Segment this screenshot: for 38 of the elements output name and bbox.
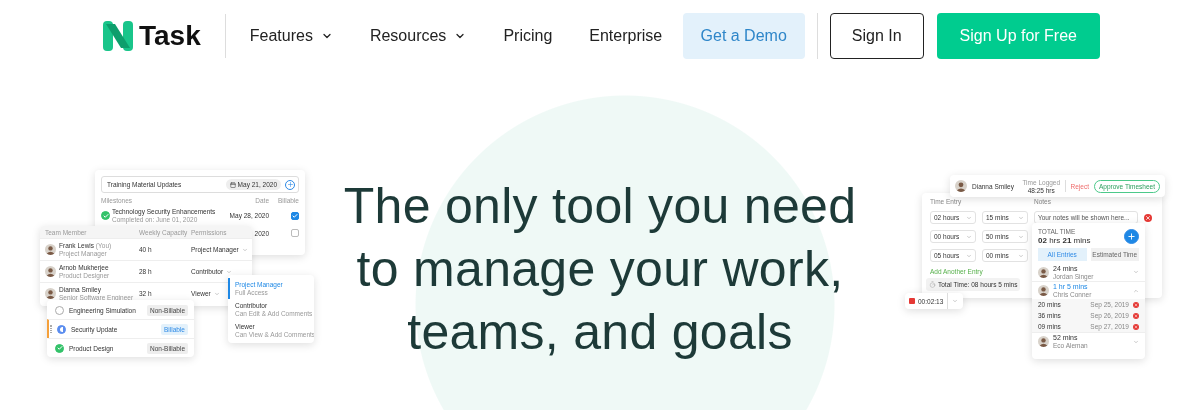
plus-icon bbox=[1127, 232, 1136, 241]
delete-icon[interactable] bbox=[1133, 312, 1139, 319]
chevron-down-icon bbox=[1018, 252, 1024, 259]
avatar bbox=[45, 288, 56, 299]
avatar bbox=[1038, 266, 1049, 278]
logo-icon bbox=[103, 21, 133, 51]
logo-text: Task bbox=[139, 20, 201, 52]
nav-link[interactable]: Resources bbox=[369, 27, 467, 45]
total-time: 02 hrs 21 mins bbox=[1038, 236, 1091, 245]
avatar bbox=[45, 244, 56, 255]
billable-checkbox[interactable] bbox=[291, 229, 299, 237]
chevron-down-icon bbox=[241, 246, 248, 253]
billable-checkbox[interactable] bbox=[291, 211, 299, 220]
chevron-down-icon bbox=[1018, 214, 1024, 221]
chevron-down-icon bbox=[966, 252, 972, 259]
hero-heading: The only tool you need to manage your work, teams, and goals bbox=[343, 177, 857, 362]
avatar bbox=[955, 180, 967, 192]
delete-icon[interactable] bbox=[1133, 323, 1139, 330]
avatar bbox=[45, 266, 56, 277]
chevron-down-icon bbox=[226, 268, 233, 275]
add-button[interactable] bbox=[285, 179, 295, 190]
chevron-down-icon bbox=[952, 298, 959, 304]
chevron-down-icon bbox=[966, 233, 972, 240]
plus-icon bbox=[286, 181, 294, 188]
delete-icon[interactable] bbox=[1144, 213, 1152, 222]
chevron-down-icon bbox=[213, 290, 220, 297]
add-button[interactable] bbox=[1124, 229, 1139, 244]
chevron-down-icon bbox=[1018, 233, 1024, 240]
stopwatch-icon bbox=[929, 281, 936, 288]
calendar-icon bbox=[229, 181, 236, 188]
chevron-down-icon bbox=[966, 214, 972, 221]
delete-icon[interactable] bbox=[1133, 301, 1139, 308]
nav-link[interactable]: Enterprise bbox=[589, 27, 663, 45]
avatar bbox=[1038, 336, 1049, 347]
avatar bbox=[1038, 285, 1049, 296]
nav-link[interactable]: Pricing bbox=[503, 27, 553, 45]
nav-link[interactable]: Features bbox=[249, 27, 333, 45]
sign-in-button[interactable]: Sign In bbox=[829, 13, 924, 59]
